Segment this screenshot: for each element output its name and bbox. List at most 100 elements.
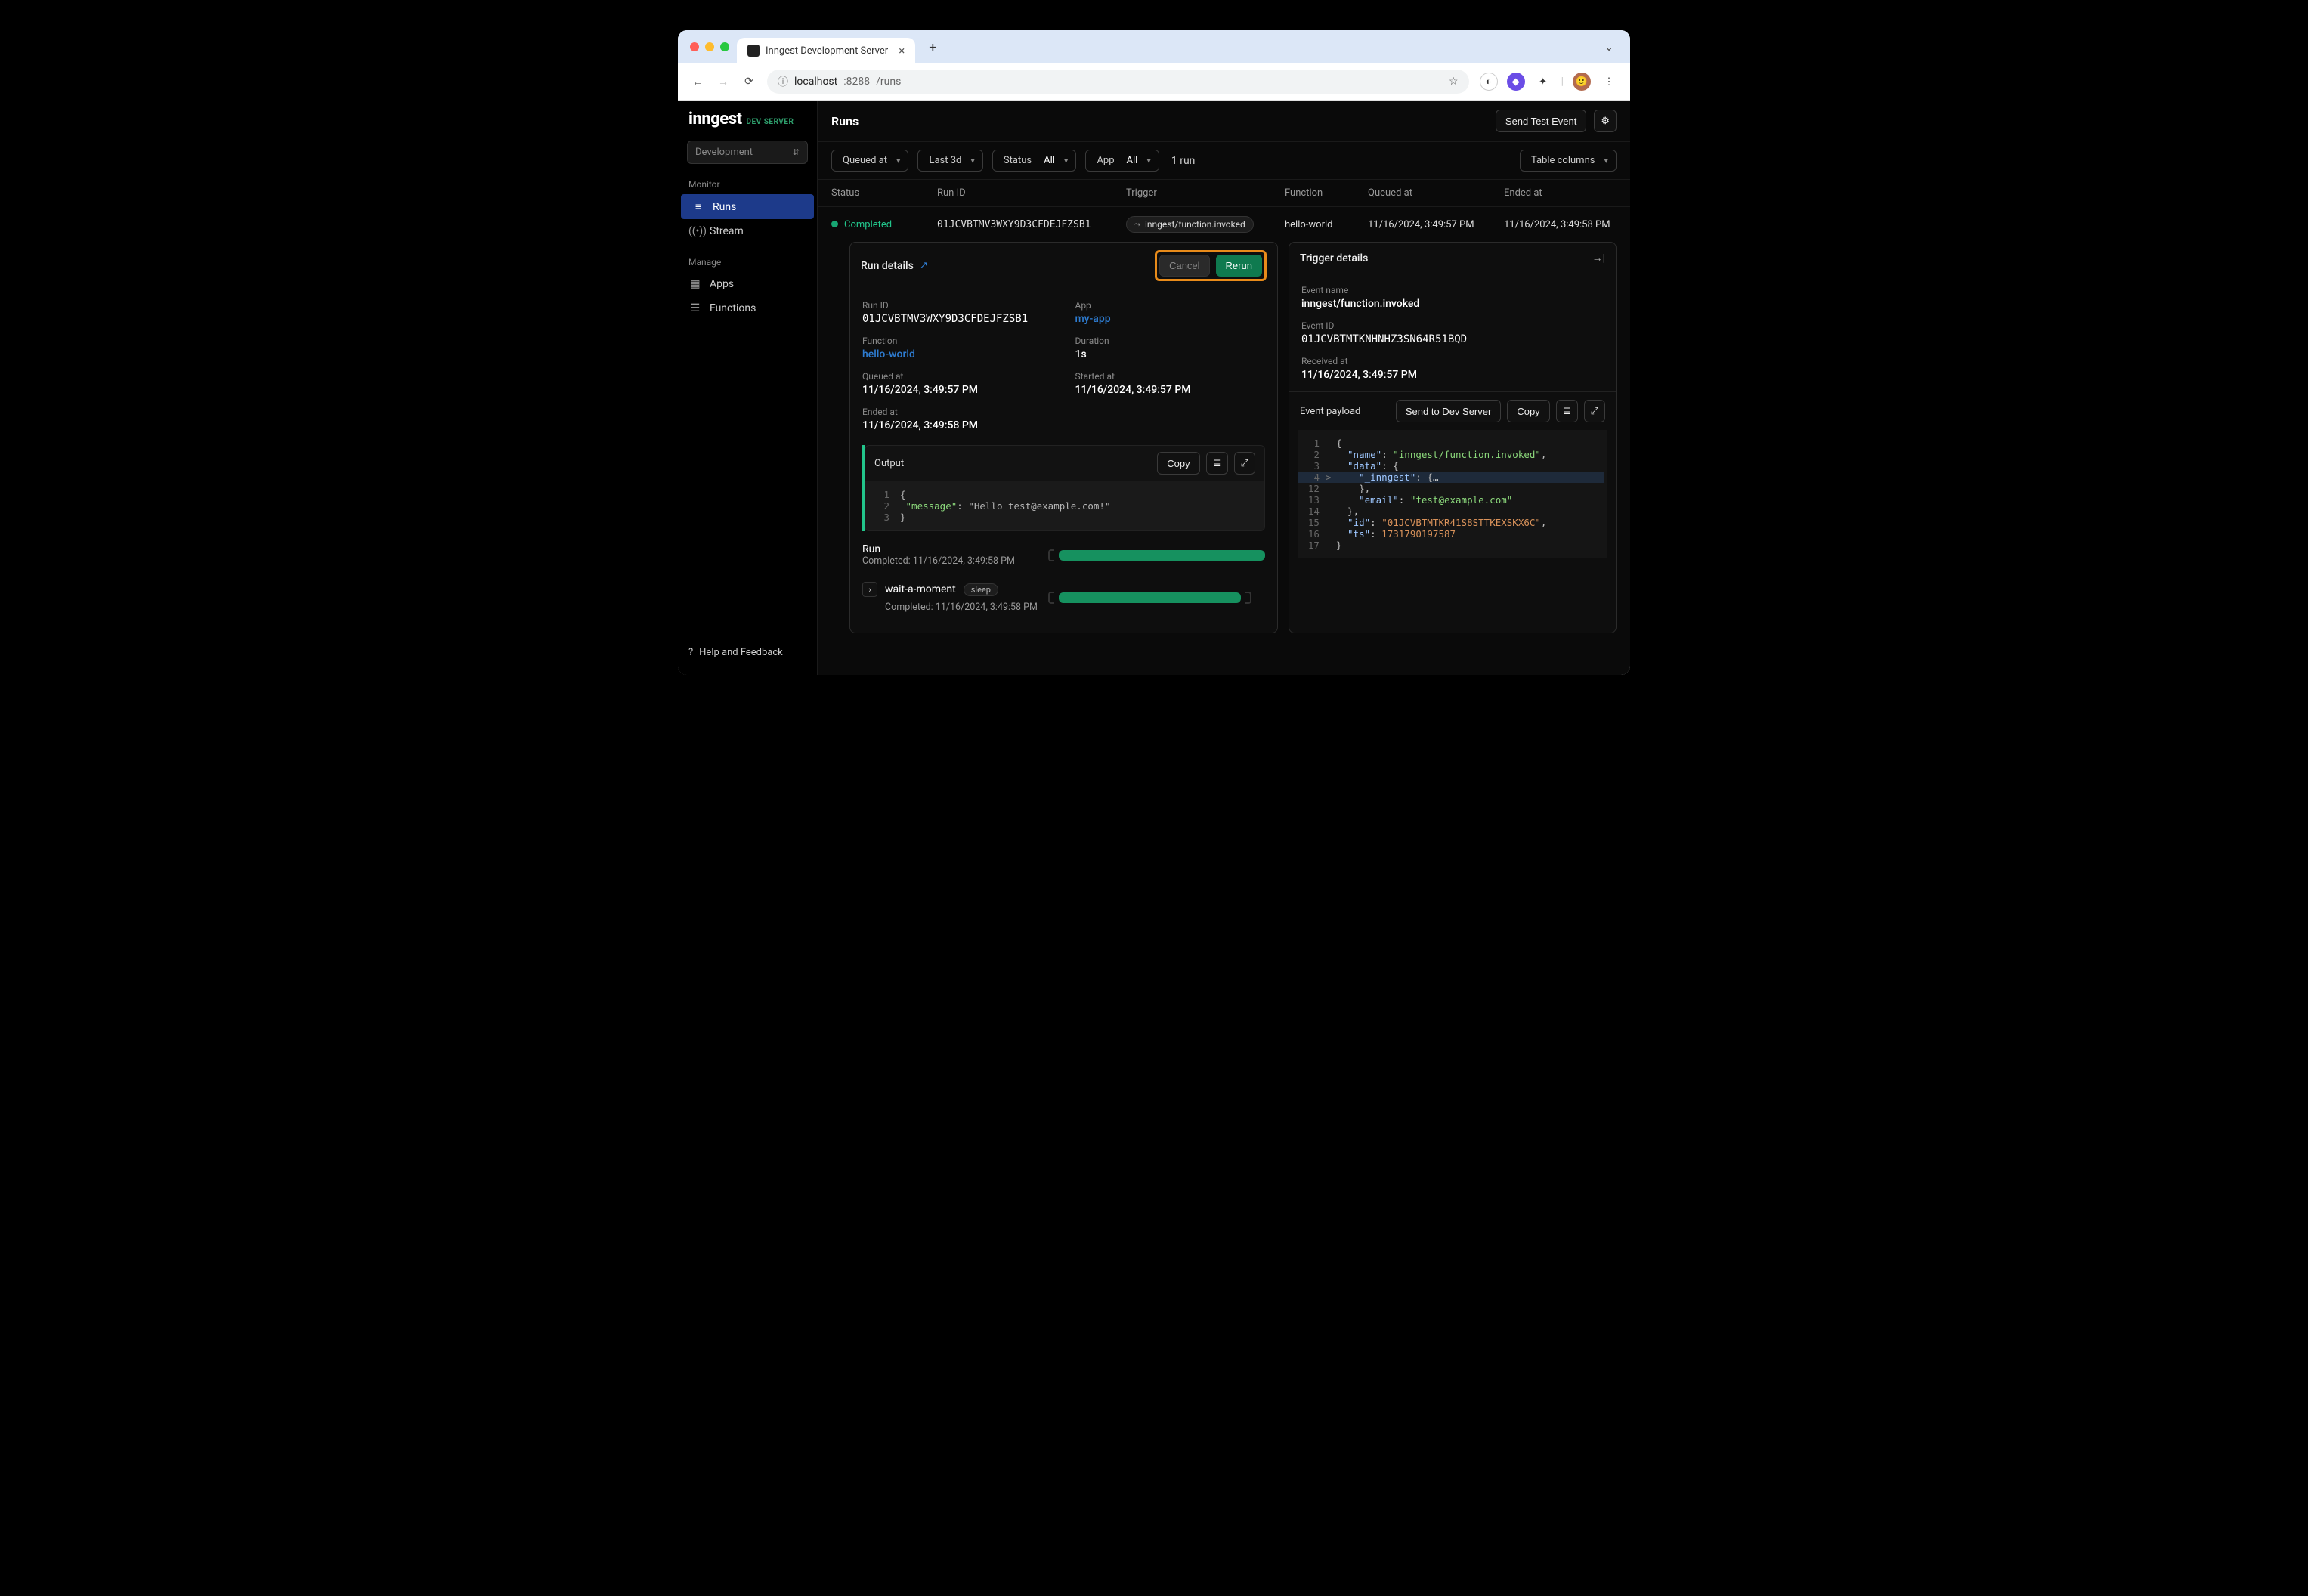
copy-payload-button[interactable]: Copy	[1507, 400, 1549, 422]
filter-app[interactable]: App All ▾	[1085, 150, 1159, 172]
sidebar-item-label: Stream	[710, 225, 744, 237]
label-started-at: Started at	[1075, 371, 1264, 382]
value-ended-at: 11/16/2024, 3:49:58 PM	[862, 419, 1052, 431]
browser-tabbar: Inngest Development Server × + ⌄	[678, 30, 1630, 63]
col-trigger: Trigger	[1126, 187, 1285, 199]
wrap-lines-icon[interactable]: ≣	[1556, 400, 1578, 422]
logo-badge: DEV SERVER	[747, 118, 794, 126]
url-field[interactable]: ⓘ localhost:8288/runs ☆	[767, 70, 1469, 94]
send-test-event-button[interactable]: Send Test Event	[1496, 110, 1586, 132]
cell-function: hello-world	[1285, 219, 1368, 230]
run-count: 1 run	[1171, 155, 1196, 167]
filter-label: Queued at	[840, 155, 890, 166]
table-columns-button[interactable]: Table columns ▾	[1520, 150, 1617, 172]
forward-icon[interactable]: →	[716, 76, 731, 88]
stream-icon: ((•))	[688, 225, 702, 237]
value-started-at: 11/16/2024, 3:49:57 PM	[1075, 384, 1264, 396]
copy-output-button[interactable]: Copy	[1157, 452, 1199, 475]
url-port: :8288	[843, 76, 870, 88]
site-info-icon[interactable]: ⓘ	[778, 74, 788, 89]
settings-button[interactable]: ⚙	[1594, 110, 1617, 132]
label-event-name: Event name	[1301, 285, 1604, 295]
sidebar-item-functions[interactable]: ☰ Functions	[678, 296, 817, 320]
filter-timerange[interactable]: Last 3d ▾	[917, 150, 982, 172]
sidebar-item-runs[interactable]: ≡ Runs	[681, 194, 814, 219]
chevron-down-icon: ▾	[896, 156, 901, 165]
expand-payload-icon[interactable]: ⤢	[1584, 400, 1605, 422]
chevron-down-icon: ▾	[1146, 156, 1151, 165]
minimize-window-icon[interactable]	[705, 42, 714, 51]
timeline: Run Completed: 11/16/2024, 3:49:58 PM	[850, 531, 1277, 633]
label-queued-at: Queued at	[862, 371, 1052, 382]
reload-icon[interactable]: ⟳	[741, 76, 756, 88]
extension-icon[interactable]: ◆	[1507, 73, 1525, 91]
output-title: Output	[874, 458, 904, 469]
external-link-icon[interactable]: ↗	[920, 260, 928, 271]
page-title: Runs	[831, 114, 859, 128]
label-received-at: Received at	[1301, 356, 1604, 367]
close-tab-icon[interactable]: ×	[899, 44, 905, 57]
favicon-icon	[747, 45, 760, 57]
value-run-id: 01JCVBTMV3WXY9D3CFDEJFZSB1	[862, 313, 1052, 325]
close-window-icon[interactable]	[690, 42, 699, 51]
browser-tab[interactable]: Inngest Development Server ×	[737, 38, 915, 63]
expand-step-icon[interactable]: ›	[862, 582, 877, 597]
profile-avatar[interactable]: 🙂	[1573, 73, 1591, 91]
filter-label: Status	[1001, 155, 1035, 166]
value-received-at: 11/16/2024, 3:49:57 PM	[1301, 369, 1604, 381]
logo: inngest DEV SERVER	[678, 110, 817, 136]
send-to-dev-button[interactable]: Send to Dev Server	[1396, 400, 1501, 422]
cancel-button[interactable]: Cancel	[1159, 255, 1209, 277]
filter-value: All	[1124, 155, 1141, 166]
filter-value: All	[1041, 155, 1058, 166]
section-monitor: Monitor	[678, 175, 817, 194]
filter-queued-at[interactable]: Queued at ▾	[831, 150, 908, 172]
runs-icon: ≡	[691, 200, 705, 213]
value-function[interactable]: hello-world	[862, 348, 1052, 360]
sidebar-item-label: Functions	[710, 302, 756, 314]
help-feedback[interactable]: ? Help and Feedback	[678, 639, 817, 666]
label-ended-at: Ended at	[862, 407, 1052, 417]
menu-icon[interactable]: ⋮	[1600, 73, 1618, 91]
tabbar-menu-icon[interactable]: ⌄	[1604, 42, 1618, 60]
environment-selector[interactable]: Development ⇵	[687, 141, 808, 164]
label-function: Function	[862, 336, 1052, 346]
expand-output-icon[interactable]: ⤢	[1234, 452, 1255, 475]
extension-icon[interactable]: ◐	[1480, 73, 1498, 91]
value-event-id: 01JCVBTMTKNHNHZ3SN64R51BQD	[1301, 333, 1604, 345]
value-event-name: inngest/function.invoked	[1301, 298, 1604, 310]
col-run-id: Run ID	[937, 187, 1126, 199]
filter-label: Table columns	[1528, 155, 1598, 166]
sidebar-item-apps[interactable]: ▦ Apps	[678, 272, 817, 296]
table-row[interactable]: Completed 01JCVBTMV3WXY9D3CFDEJFZSB1 ⤳in…	[818, 207, 1630, 242]
maximize-window-icon[interactable]	[720, 42, 729, 51]
value-queued-at: 11/16/2024, 3:49:57 PM	[862, 384, 1052, 396]
browser-window: Inngest Development Server × + ⌄ ← → ⟳ ⓘ…	[678, 30, 1630, 675]
extensions-puzzle-icon[interactable]: ✦	[1534, 73, 1552, 91]
timeline-cap-icon	[1048, 592, 1054, 604]
filter-status[interactable]: Status All ▾	[992, 150, 1077, 172]
new-tab-button[interactable]: +	[923, 40, 942, 62]
timeline-step-name: wait-a-moment	[885, 583, 956, 595]
highlighted-actions: Cancel Rerun	[1155, 250, 1267, 281]
trigger-details-panel: Trigger details →| Event nameinngest/fun…	[1289, 242, 1617, 633]
logo-text: inngest	[688, 110, 742, 128]
back-icon[interactable]: ←	[690, 76, 705, 88]
sidebar: inngest DEV SERVER Development ⇵ Monitor…	[678, 101, 818, 675]
value-app[interactable]: my-app	[1075, 313, 1264, 325]
chevron-down-icon: ▾	[970, 156, 975, 165]
environment-label: Development	[695, 147, 753, 158]
timeline-run-sub: Completed: 11/16/2024, 3:49:58 PM	[862, 555, 1044, 567]
collapse-panel-icon[interactable]: →|	[1592, 252, 1605, 264]
label-event-id: Event ID	[1301, 320, 1604, 331]
wrap-lines-icon[interactable]: ≣	[1206, 452, 1228, 475]
cell-ended-at: 11/16/2024, 3:49:58 PM	[1504, 219, 1630, 230]
output-block: Output Copy ≣ ⤢ 1{2 "message": "Hello te…	[862, 445, 1265, 531]
label-run-id: Run ID	[862, 300, 1052, 311]
label-app: App	[1075, 300, 1264, 311]
sidebar-item-stream[interactable]: ((•)) Stream	[678, 219, 817, 243]
col-queued-at: Queued at	[1368, 187, 1504, 199]
bookmark-icon[interactable]: ☆	[1449, 76, 1459, 88]
rerun-button[interactable]: Rerun	[1216, 255, 1262, 277]
details-area: Run details ↗ Cancel Rerun Run ID01JCVBT…	[818, 242, 1630, 656]
